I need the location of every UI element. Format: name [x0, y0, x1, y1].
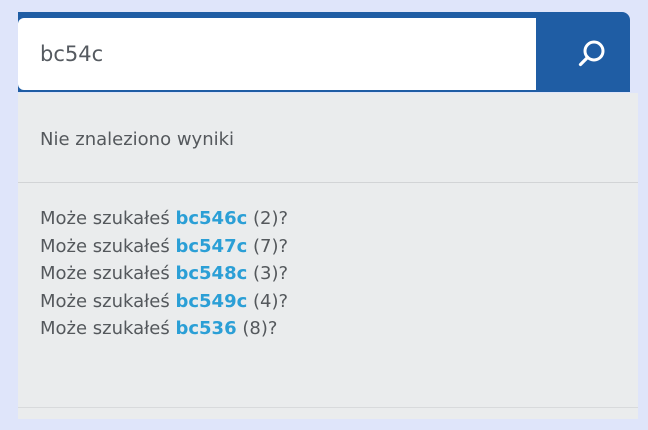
suggestion-count: (4)? — [253, 290, 289, 312]
suggestion-prefix: Może szukałeś — [40, 208, 170, 229]
suggestion-count: (8)? — [242, 318, 278, 339]
suggestion-link[interactable]: bc547c — [175, 236, 247, 257]
suggestion-prefix: Może szukałeś — [40, 318, 170, 339]
search-bar — [18, 12, 630, 92]
suggestion-count: (2)? — [253, 208, 289, 229]
no-results-message: Nie znaleziono wyniki — [40, 129, 235, 150]
search-button[interactable] — [553, 18, 630, 90]
suggestion-list: Może szukałeś bc546c (2)? Może szukałeś … — [40, 205, 288, 343]
suggestion-link[interactable]: bc536 — [175, 318, 236, 339]
suggestion-count: (7)? — [253, 235, 289, 257]
suggestion-item: Może szukałeś bc548c (3)? — [40, 260, 288, 288]
search-results-panel: Nie znaleziono wyniki Może szukałeś bc54… — [18, 93, 638, 419]
suggestion-count: (3)? — [253, 263, 289, 284]
search-icon — [578, 40, 604, 67]
suggestion-prefix: Może szukałeś — [40, 263, 170, 284]
suggestion-link[interactable]: bc548c — [175, 263, 247, 284]
suggestion-item: Może szukałeś bc536 (8)? — [40, 315, 288, 343]
suggestion-item: Może szukałeś bc549c (4)? — [40, 288, 288, 316]
suggestion-link[interactable]: bc549c — [175, 291, 247, 312]
panel-bottom-divider — [18, 407, 638, 408]
suggestion-prefix: Może szukałeś — [40, 235, 170, 257]
suggestion-link[interactable]: bc546c — [175, 208, 247, 229]
search-input[interactable] — [18, 18, 536, 90]
suggestion-prefix: Może szukałeś — [40, 290, 170, 312]
suggestion-item: Może szukałeś bc546c (2)? — [40, 205, 288, 233]
suggestion-item: Może szukałeś bc547c (7)? — [40, 233, 288, 261]
divider — [18, 182, 638, 183]
